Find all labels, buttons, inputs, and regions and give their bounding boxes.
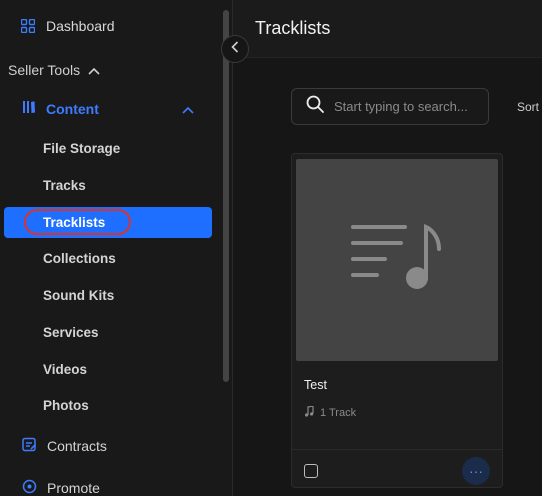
library-icon [22, 100, 36, 117]
sort-control[interactable]: Sort [517, 100, 539, 114]
sidebar-item-label: Tracklists [43, 215, 106, 230]
sidebar-item-sound-kits[interactable]: Sound Kits [43, 288, 114, 303]
search-box[interactable] [291, 88, 489, 125]
sidebar: Dashboard Seller Tools Content File Stor… [0, 0, 233, 496]
sidebar-item-tracks[interactable]: Tracks [43, 178, 86, 193]
sidebar-item-file-storage[interactable]: File Storage [43, 141, 120, 156]
sidebar-item-content[interactable]: Content [22, 100, 202, 117]
search-input[interactable] [334, 99, 484, 114]
page-header: Tracklists [233, 0, 542, 58]
sidebar-item-promote[interactable]: Promote [22, 479, 100, 496]
sidebar-item-services[interactable]: Services [43, 325, 99, 340]
sidebar-item-contracts[interactable]: Contracts [22, 437, 107, 455]
music-note-icon [304, 405, 314, 420]
sidebar-item-label: Promote [47, 480, 100, 496]
collapse-sidebar-button[interactable] [221, 35, 249, 63]
promote-icon [22, 479, 37, 496]
page-title: Tracklists [255, 18, 331, 38]
sidebar-item-photos[interactable]: Photos [43, 398, 89, 413]
sidebar-item-dashboard[interactable]: Dashboard [20, 18, 115, 34]
sidebar-item-videos[interactable]: Videos [43, 362, 87, 377]
main-panel: Tracklists Sort [233, 0, 542, 496]
sidebar-item-label: Contracts [47, 438, 107, 454]
chevron-left-icon [231, 40, 239, 58]
more-icon[interactable]: ··· [462, 457, 490, 485]
select-checkbox[interactable] [304, 464, 318, 478]
sidebar-item-label: Dashboard [46, 18, 115, 34]
tracklist-card[interactable]: Test 1 Track ··· [291, 153, 503, 488]
chevron-up-icon[interactable] [182, 101, 194, 117]
sidebar-item-collections[interactable]: Collections [43, 251, 116, 266]
card-meta: 1 Track [304, 405, 357, 420]
sidebar-section-seller-tools[interactable]: Seller Tools [8, 62, 100, 78]
sidebar-scrollbar[interactable] [223, 10, 229, 382]
app-window: Dashboard Seller Tools Content File Stor… [0, 0, 542, 496]
playlist-icon [351, 223, 443, 298]
card-divider [292, 449, 502, 450]
card-thumbnail[interactable] [296, 159, 498, 361]
contract-icon [22, 437, 37, 455]
sidebar-item-label: Content [46, 100, 99, 117]
chevron-up-icon [88, 62, 100, 78]
track-count: 1 Track [320, 407, 357, 419]
grid-icon [20, 18, 36, 34]
section-label: Seller Tools [8, 62, 81, 78]
card-title[interactable]: Test [304, 378, 327, 392]
search-icon [306, 95, 324, 118]
